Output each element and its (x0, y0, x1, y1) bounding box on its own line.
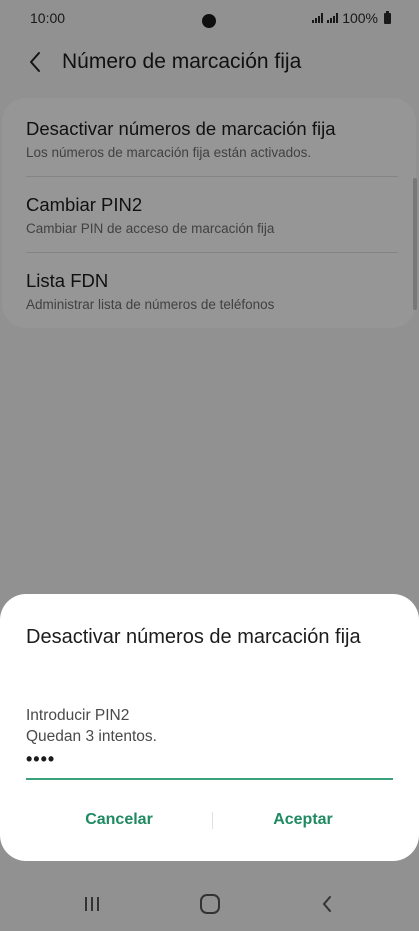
dialog-actions: Cancelar Aceptar (0, 802, 419, 838)
pin2-dialog: Desactivar números de marcación fija Int… (0, 594, 419, 861)
cancel-button[interactable]: Cancelar (19, 802, 219, 838)
dialog-message-line2: Quedan 3 intentos. (26, 728, 157, 745)
pin2-input[interactable]: •••• (26, 749, 393, 780)
accept-button[interactable]: Aceptar (203, 802, 403, 838)
dialog-message-line1: Introducir PIN2 (26, 707, 130, 724)
dialog-message: Introducir PIN2 Quedan 3 intentos. (26, 705, 157, 747)
dialog-title: Desactivar números de marcación fija (26, 626, 361, 648)
pin2-masked-value: •••• (26, 749, 56, 769)
